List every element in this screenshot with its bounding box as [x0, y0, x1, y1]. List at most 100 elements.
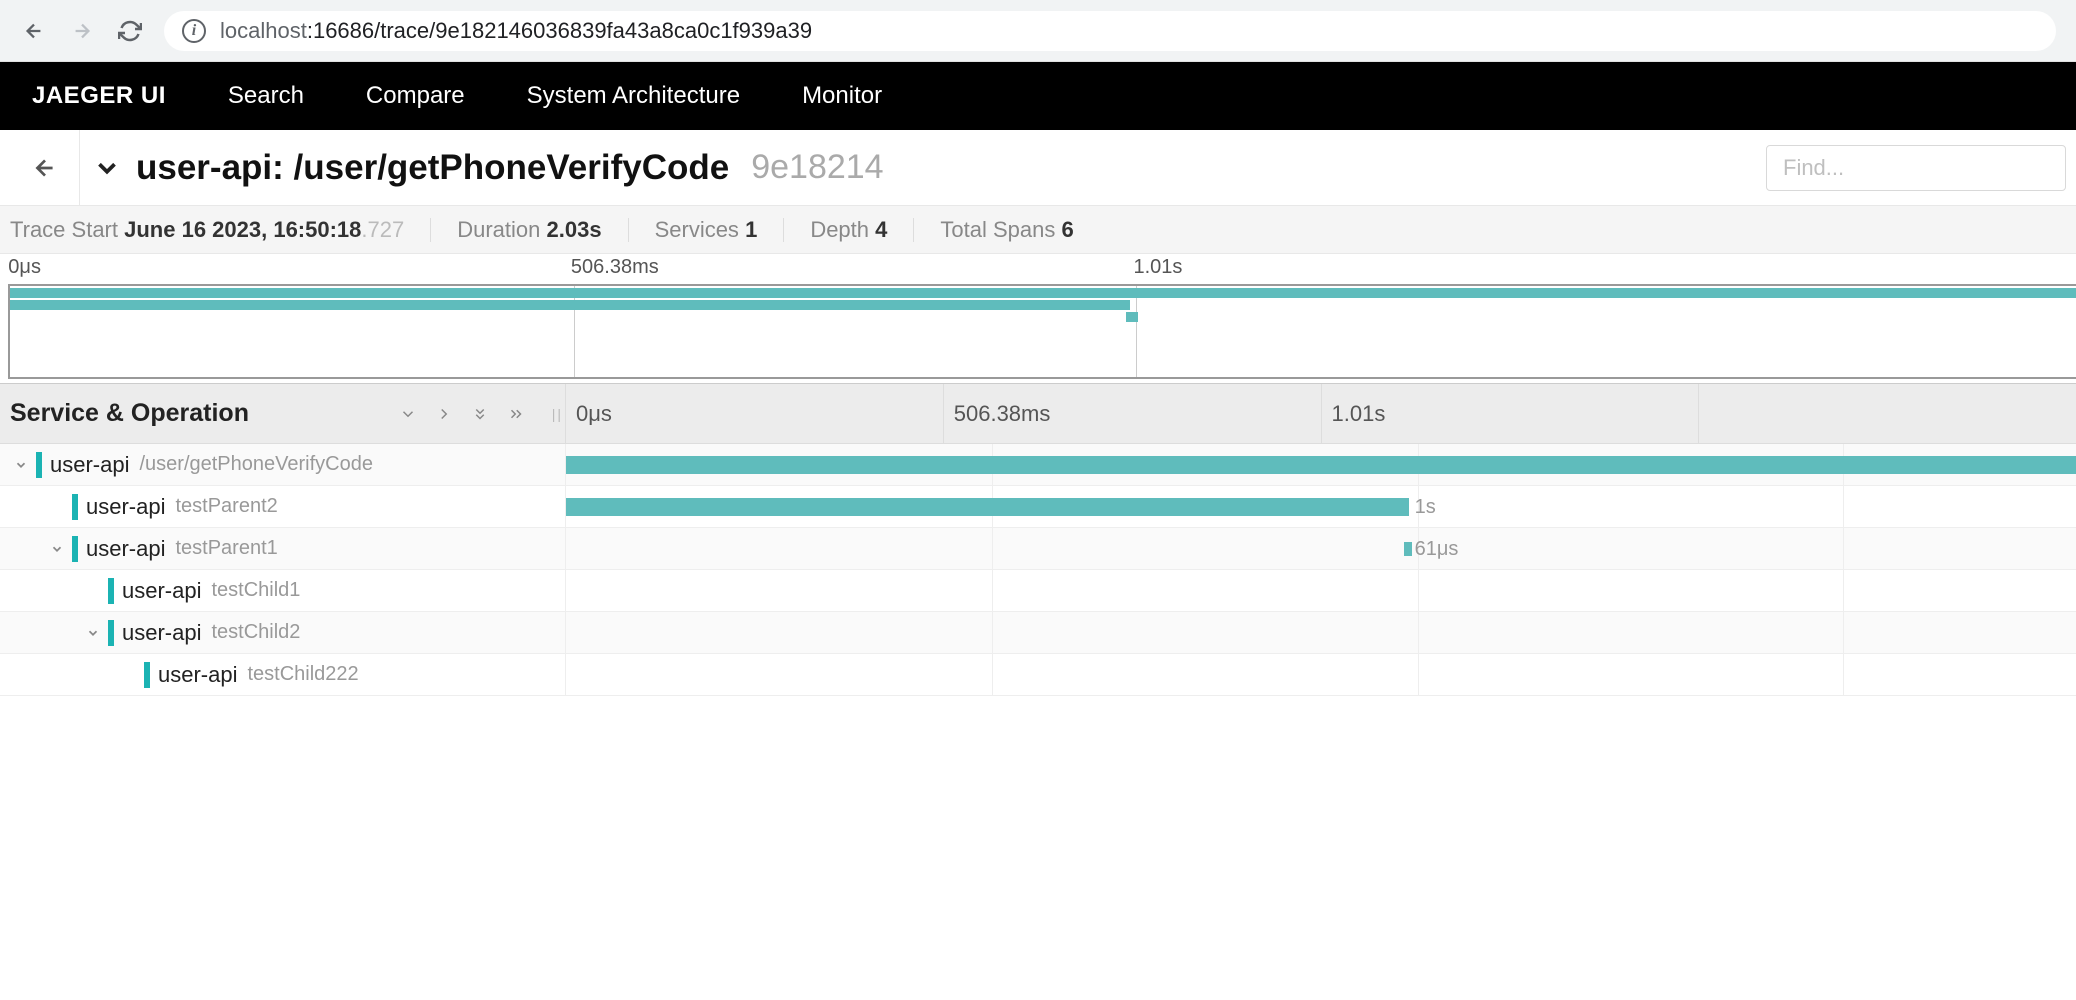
service-color-bar: [36, 452, 42, 478]
back-button[interactable]: [10, 130, 80, 205]
nav-compare[interactable]: Compare: [366, 82, 465, 110]
collapse-all-icon[interactable]: [399, 405, 417, 423]
span-timeline-cell[interactable]: [566, 570, 2076, 611]
trace-collapse-toggle[interactable]: [92, 153, 122, 183]
span-row[interactable]: user-api/user/getPhoneVerifyCode: [0, 444, 2076, 486]
trace-id: 9e18214: [751, 148, 883, 187]
meta-separator: [913, 218, 914, 242]
timeline-gridline: [1418, 612, 1419, 653]
span-rows: user-api/user/getPhoneVerifyCodeuser-api…: [0, 444, 2076, 696]
meta-spans-value: 6: [1062, 217, 1074, 242]
span-service-name: user-api: [86, 494, 165, 520]
span-service-name: user-api: [50, 452, 129, 478]
meta-start-label: Trace Start: [10, 217, 118, 242]
span-service-name: user-api: [122, 620, 201, 646]
span-row[interactable]: user-api testChild2: [0, 612, 2076, 654]
timeline-gridline: [1843, 486, 1844, 527]
span-operation-name: testChild2: [211, 621, 300, 644]
span-timeline-cell[interactable]: 1s: [566, 486, 2076, 527]
span-timeline-cell[interactable]: [566, 444, 2076, 485]
find-input[interactable]: [1766, 145, 2066, 191]
timeline-gridline: [992, 570, 993, 611]
browser-url-bar[interactable]: i localhost:16686/trace/9e182146036839fa…: [164, 11, 2056, 51]
span-service-name: user-api: [86, 536, 165, 562]
minimap-gridline: [1136, 286, 1137, 377]
span-toggle-icon[interactable]: [82, 626, 104, 640]
browser-reload-button[interactable]: [116, 17, 144, 45]
expand-children-icon[interactable]: [507, 405, 525, 423]
span-row[interactable]: user-apitestChild222: [0, 654, 2076, 696]
nav-search[interactable]: Search: [228, 82, 304, 110]
timeline-gridline: [1843, 570, 1844, 611]
minimap-tick: 1.01s: [1133, 256, 1182, 279]
span-name-cell[interactable]: user-api testChild1: [0, 570, 566, 611]
meta-spans-label: Total Spans: [940, 217, 1055, 242]
brand-logo[interactable]: JAEGER UI: [32, 82, 166, 110]
trace-meta-bar: Trace Start June 16 2023, 16:50:18.727 D…: [0, 206, 2076, 254]
trace-header: user-api: /user/getPhoneVerifyCode 9e182…: [0, 130, 2076, 206]
span-timeline-cell[interactable]: [566, 654, 2076, 695]
timeline-gridline: [1418, 570, 1419, 611]
top-nav: JAEGER UI Search Compare System Architec…: [0, 62, 2076, 130]
span-row[interactable]: user-api testParent1 61μs: [0, 528, 2076, 570]
span-operation-name: testParent2: [175, 495, 277, 518]
span-name-cell[interactable]: user-api testParent2: [0, 486, 566, 527]
expand-one-icon[interactable]: [435, 405, 453, 423]
trace-title: user-api: /user/getPhoneVerifyCode: [136, 148, 729, 188]
collapse-children-icon[interactable]: [471, 405, 489, 423]
span-header-title: Service & Operation: [10, 399, 249, 428]
service-color-bar: [72, 494, 78, 520]
timeline-gridline: [1418, 654, 1419, 695]
span-duration-bar: [1404, 542, 1412, 556]
span-timeline-cell[interactable]: [566, 612, 2076, 653]
minimap-span-bar: [1126, 312, 1138, 322]
nav-monitor[interactable]: Monitor: [802, 82, 882, 110]
browser-forward-button[interactable]: [68, 17, 96, 45]
span-timeline-cell[interactable]: 61μs: [566, 528, 2076, 569]
span-operation-name: /user/getPhoneVerifyCode: [139, 453, 373, 476]
span-duration-bar: [566, 456, 2076, 474]
span-duration-label: 61μs: [1415, 538, 1459, 561]
meta-services-value: 1: [745, 217, 757, 242]
site-info-icon[interactable]: i: [182, 19, 206, 43]
span-name-cell[interactable]: user-api/user/getPhoneVerifyCode: [0, 444, 566, 485]
span-name-cell[interactable]: user-apitestChild222: [0, 654, 566, 695]
meta-separator: [783, 218, 784, 242]
nav-system-architecture[interactable]: System Architecture: [527, 82, 740, 110]
timeline-gridline: [992, 654, 993, 695]
span-row[interactable]: user-api testChild1: [0, 570, 2076, 612]
timeline-gridline: [1843, 528, 1844, 569]
span-service-name: user-api: [122, 578, 201, 604]
minimap-tick: 506.38ms: [571, 256, 659, 279]
span-toggle-icon[interactable]: [46, 542, 68, 556]
span-operation-name: testChild1: [211, 579, 300, 602]
span-duration-label: 1s: [1415, 496, 1436, 519]
browser-back-button[interactable]: [20, 17, 48, 45]
url-host: localhost: [220, 18, 307, 43]
timeline-gridline: [992, 612, 993, 653]
span-name-cell[interactable]: user-api testChild2: [0, 612, 566, 653]
time-header-cell: 506.38ms: [944, 384, 1322, 443]
url-path: :16686/trace/9e182146036839fa43a8ca0c1f9…: [307, 18, 812, 43]
column-resize-handle[interactable]: ||: [552, 406, 563, 422]
meta-services-label: Services: [655, 217, 739, 242]
span-service-name: user-api: [158, 662, 237, 688]
span-row[interactable]: user-api testParent2 1s: [0, 486, 2076, 528]
timeline-gridline: [1843, 612, 1844, 653]
meta-start-ms: .727: [361, 217, 404, 242]
time-header-cell: 1.01s: [1322, 384, 1700, 443]
span-name-cell[interactable]: user-api testParent1: [0, 528, 566, 569]
span-operation-name: testParent1: [175, 537, 277, 560]
trace-minimap[interactable]: 0μs506.38ms1.01s: [0, 254, 2076, 384]
meta-separator: [628, 218, 629, 242]
timeline-gridline: [992, 528, 993, 569]
span-duration-bar: [566, 498, 1409, 516]
minimap-span-bar: [10, 288, 2076, 298]
meta-depth-label: Depth: [810, 217, 869, 242]
timeline-gridline: [1843, 654, 1844, 695]
meta-duration-label: Duration: [457, 217, 540, 242]
meta-separator: [430, 218, 431, 242]
service-color-bar: [72, 536, 78, 562]
time-header-cell: [1699, 384, 2076, 443]
span-toggle-icon[interactable]: [10, 458, 32, 472]
